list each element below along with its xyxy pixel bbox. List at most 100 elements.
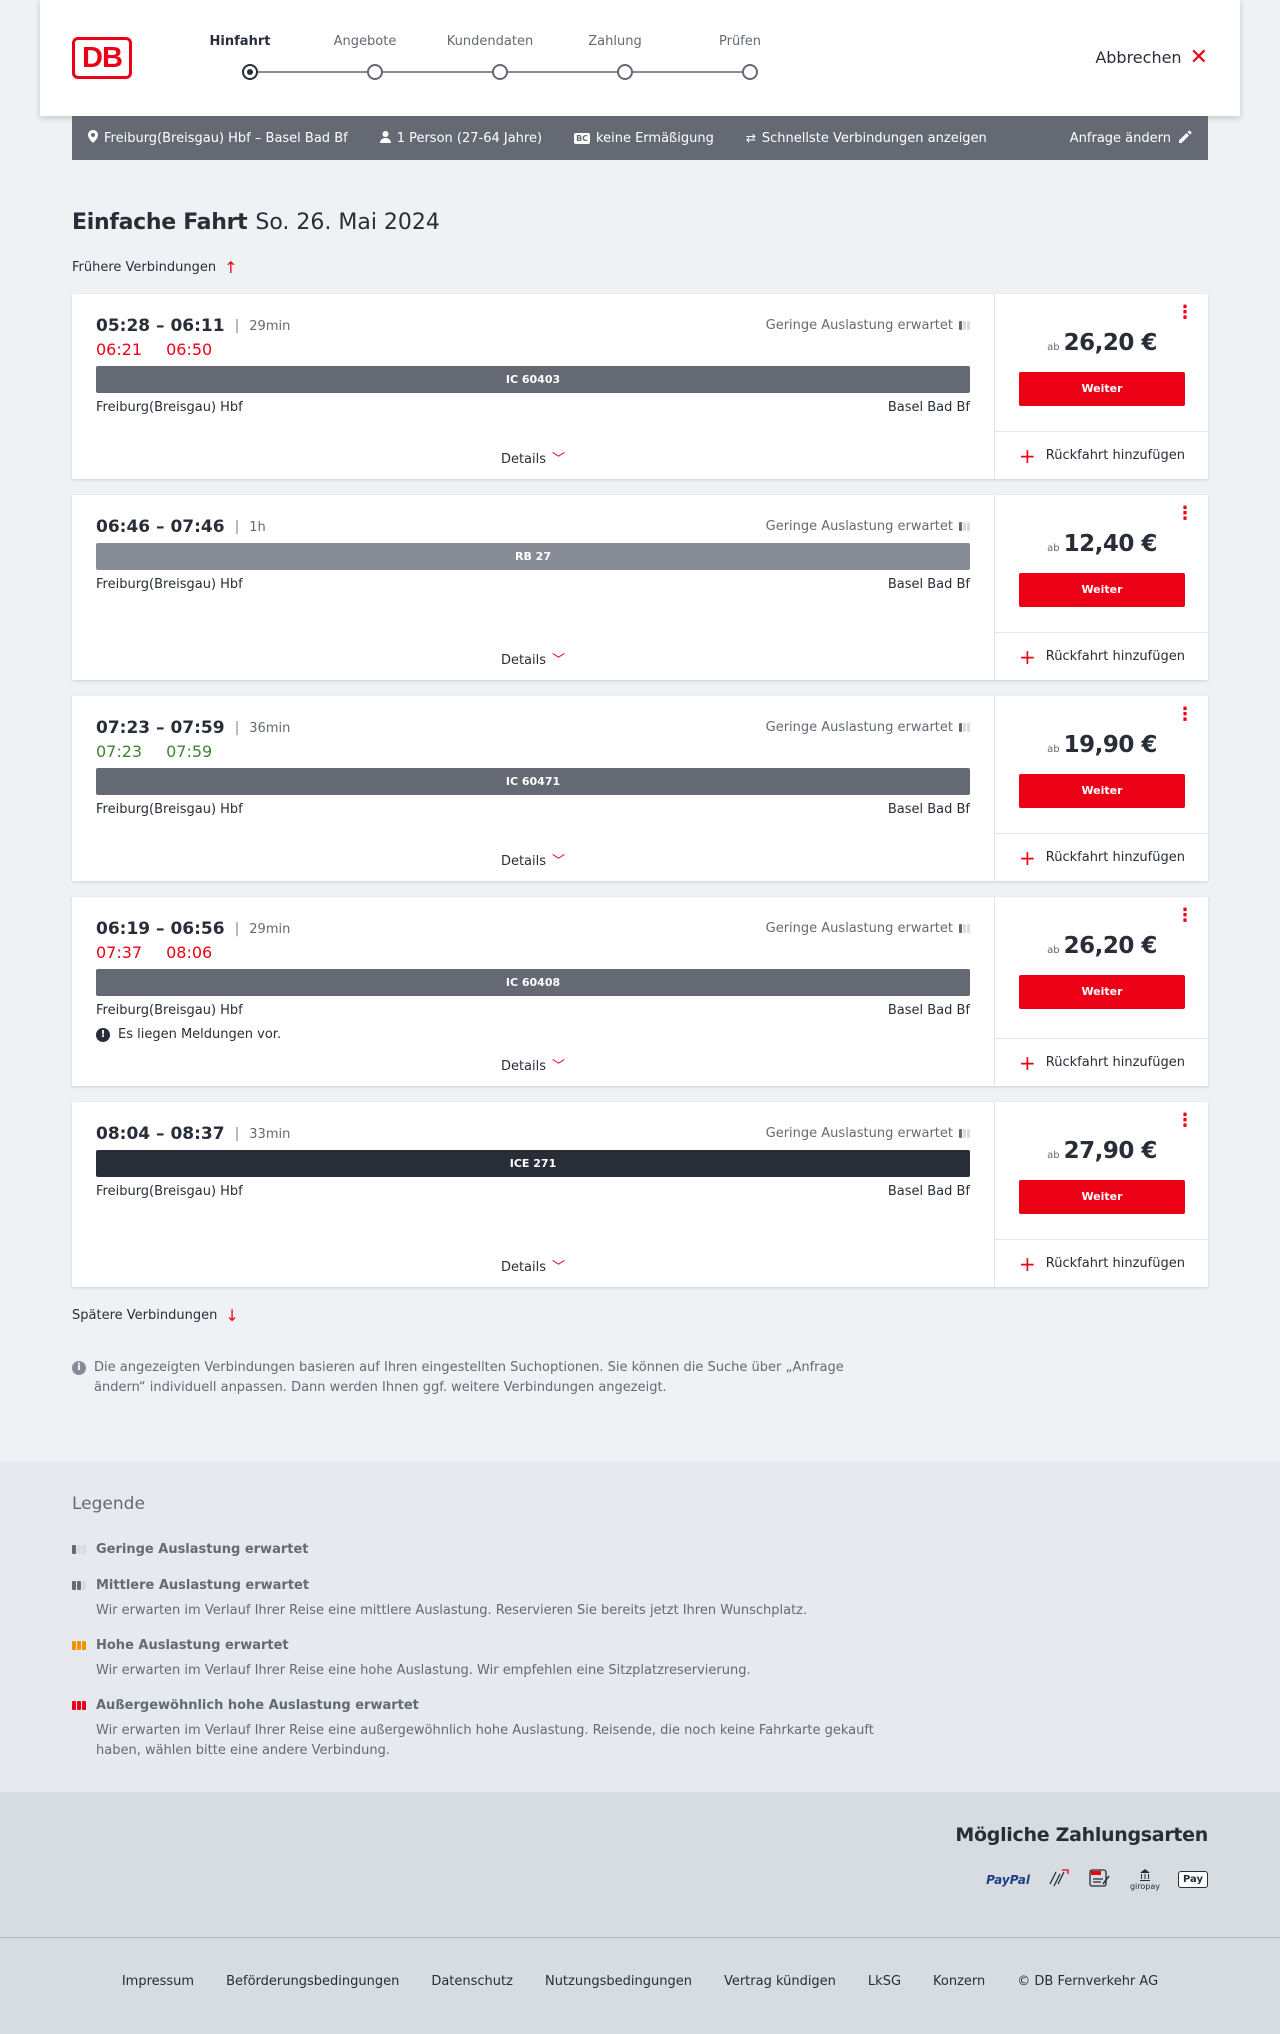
traveller-summary: 1 Person (27-64 Jahre)	[379, 130, 542, 146]
payment-title: Mögliche Zahlungsarten	[955, 1824, 1208, 1846]
legend-item-title: Außergewöhnlich hohe Auslastung erwartet	[72, 1698, 892, 1713]
details-toggle[interactable]: Details ﹀	[72, 850, 994, 869]
step-pruefen: Prüfen	[718, 34, 761, 49]
add-return-button[interactable]: + Rückfahrt hinzufügen	[995, 632, 1209, 680]
arrival-station: Basel Bad Bf	[887, 1003, 970, 1018]
train-bar[interactable]: RB 27	[96, 543, 970, 570]
occupancy-low-icon	[959, 924, 970, 933]
step-kundendaten: Kundendaten	[446, 34, 534, 49]
price-panel: ⋮ ab 19,90 € Weiter + Rückfahrt hinzufügen	[994, 696, 1209, 881]
step-dot	[367, 64, 383, 80]
scheduled-times: 06:46 – 07:46	[96, 517, 225, 537]
departure-station: Freiburg(Breisgau) Hbf	[96, 802, 243, 817]
load-indicator: Geringe Auslastung erwartet	[766, 318, 970, 333]
price-value: 19,90 €	[1063, 732, 1158, 758]
details-toggle[interactable]: Details ﹀	[72, 1256, 994, 1275]
plus-icon: +	[1019, 1251, 1036, 1276]
plus-icon: +	[1019, 443, 1036, 468]
more-options-icon[interactable]: ⋮	[1176, 907, 1194, 925]
price-prefix: ab	[1047, 543, 1060, 554]
earlier-connections-link[interactable]: Frühere Verbindungen ↑	[72, 258, 238, 277]
chevron-down-icon: ﹀	[552, 452, 566, 467]
train-bar[interactable]: IC 60403	[96, 366, 970, 393]
info-icon: i	[72, 1361, 86, 1375]
details-toggle[interactable]: Details ﹀	[72, 649, 994, 668]
duration: 1h	[249, 519, 266, 535]
edit-request-button[interactable]: Anfrage ändern	[1069, 129, 1192, 147]
swap-arrows-icon: ⇄	[745, 131, 756, 145]
discount-summary: BC keine Ermäßigung	[574, 131, 714, 146]
duration: 29min	[249, 318, 291, 334]
chevron-down-icon: ﹀	[552, 854, 566, 869]
more-options-icon[interactable]: ⋮	[1176, 1112, 1194, 1130]
later-connections-link[interactable]: Spätere Verbindungen ↓	[72, 1306, 239, 1325]
legend-section: Legende Geringe Auslastung erwartet Mitt…	[0, 1462, 1280, 1792]
occupancy-exceptional-icon	[72, 1701, 88, 1710]
legend-item-label: Mittlere Auslastung erwartet	[96, 1578, 310, 1593]
cancel-button[interactable]: Abbrechen ✕	[1095, 46, 1208, 68]
later-label: Spätere Verbindungen	[72, 1308, 218, 1323]
price: ab 12,40 €	[995, 531, 1209, 557]
continue-button[interactable]: Weiter	[1019, 1180, 1185, 1214]
cancel-label: Abbrechen	[1095, 48, 1182, 67]
continue-button[interactable]: Weiter	[1019, 573, 1185, 607]
add-return-label: Rückfahrt hinzufügen	[1045, 1256, 1185, 1271]
connection-card: 06:19 – 06:56 | 29min 07:37 08:06 Gering…	[72, 897, 1209, 1086]
payment-methods: PayPal giropay Pay	[986, 1868, 1208, 1891]
footer-link-impressum[interactable]: Impressum	[122, 1974, 194, 1989]
arrival-station: Basel Bad Bf	[887, 802, 970, 817]
more-options-icon[interactable]: ⋮	[1176, 304, 1194, 322]
add-return-button[interactable]: + Rückfahrt hinzufügen	[995, 431, 1209, 479]
footer-link-vertrag-kuendigen[interactable]: Vertrag kündigen	[724, 1974, 836, 1989]
chevron-down-icon: ﹀	[552, 1260, 566, 1275]
load-text: Geringe Auslastung erwartet	[765, 720, 953, 735]
page-title: Einfache Fahrt So. 26. Mai 2024	[72, 210, 440, 235]
discount-text: keine Ermäßigung	[596, 130, 714, 146]
price-value: 26,20 €	[1063, 330, 1158, 356]
legend-item-title: Geringe Auslastung erwartet	[72, 1542, 892, 1557]
footer-link-datenschutz[interactable]: Datenschutz	[431, 1974, 513, 1989]
more-options-icon[interactable]: ⋮	[1176, 505, 1194, 523]
legend-item-title: Mittlere Auslastung erwartet	[72, 1578, 892, 1593]
db-logo[interactable]: DB	[72, 37, 132, 79]
route-summary: Freiburg(Breisgau) Hbf – Basel Bad Bf	[88, 130, 348, 146]
train-bar[interactable]: IC 60408	[96, 969, 970, 996]
footer-link-lksg[interactable]: LkSG	[868, 1974, 901, 1989]
arrival-station: Basel Bad Bf	[887, 1184, 970, 1199]
step-zahlung: Zahlung	[588, 34, 642, 49]
footer-link-konzern[interactable]: Konzern	[933, 1974, 985, 1989]
continue-button[interactable]: Weiter	[1019, 774, 1185, 808]
footer-link-befoerderungsbedingungen[interactable]: Beförderungsbedingungen	[226, 1974, 399, 1989]
occupancy-low-icon	[72, 1545, 88, 1554]
occupancy-low-icon	[959, 723, 970, 732]
header: DB Hinfahrt Angebote Kundendaten Zahlung…	[40, 0, 1240, 116]
connection-card: 07:23 – 07:59 | 36min 07:23 07:59 Gering…	[72, 696, 1209, 881]
person-icon	[379, 130, 391, 146]
details-toggle[interactable]: Details ﹀	[72, 1055, 994, 1074]
train-bar[interactable]: IC 60471	[96, 768, 970, 795]
load-indicator: Geringe Auslastung erwartet	[766, 921, 970, 936]
edit-request-label: Anfrage ändern	[1069, 130, 1171, 146]
add-return-button[interactable]: + Rückfahrt hinzufügen	[995, 1038, 1209, 1086]
more-options-icon[interactable]: ⋮	[1176, 706, 1194, 724]
add-return-button[interactable]: + Rückfahrt hinzufügen	[995, 833, 1209, 881]
price: ab 26,20 €	[995, 933, 1209, 959]
details-label: Details	[500, 1059, 547, 1074]
footer-link-nutzungsbedingungen[interactable]: Nutzungsbedingungen	[545, 1974, 692, 1989]
connection-info: 07:23 – 07:59 | 36min 07:23 07:59 Gering…	[72, 696, 994, 881]
price-panel: ⋮ ab 27,90 € Weiter + Rückfahrt hinzufügen	[994, 1102, 1209, 1287]
connection-times: 08:04 – 08:37 | 33min	[96, 1124, 290, 1144]
details-label: Details	[500, 854, 547, 869]
scheduled-times: 07:23 – 07:59	[96, 718, 225, 738]
scheduled-times: 08:04 – 08:37	[96, 1124, 225, 1144]
step-angebote: Angebote	[333, 34, 397, 49]
continue-button[interactable]: Weiter	[1019, 372, 1185, 406]
train-bar[interactable]: ICE 271	[96, 1150, 970, 1177]
add-return-button[interactable]: + Rückfahrt hinzufügen	[995, 1239, 1209, 1287]
disruption-notice: ! Es liegen Meldungen vor.	[96, 1027, 281, 1042]
continue-button[interactable]: Weiter	[1019, 975, 1185, 1009]
scheduled-times: 05:28 – 06:11	[96, 316, 225, 336]
details-toggle[interactable]: Details ﹀	[72, 448, 994, 467]
plus-icon: +	[1019, 845, 1036, 870]
load-indicator: Geringe Auslastung erwartet	[766, 720, 970, 735]
